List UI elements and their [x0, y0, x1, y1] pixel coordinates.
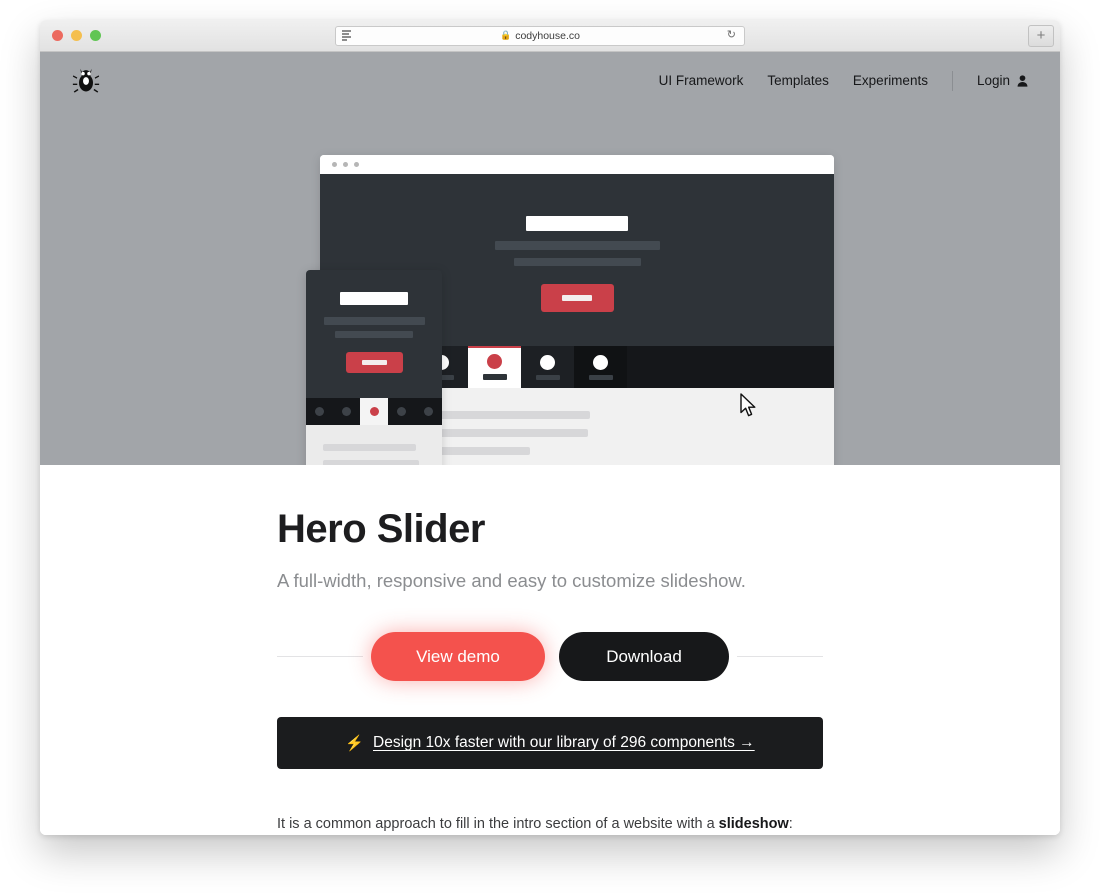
address-bar[interactable]: 🔒 codyhouse.co ↻: [335, 25, 745, 46]
mockup-thumb-bar: [535, 374, 560, 380]
nav-divider: [951, 70, 953, 91]
promo-banner-text[interactable]: Design 10x faster with our library of 29…: [373, 734, 755, 752]
mockup-cta-button: [540, 284, 614, 312]
page-viewport: UI Framework Templates Experiments Login: [40, 52, 1060, 835]
nav-links: UI Framework Templates Experiments Login: [659, 70, 1028, 91]
mockup-slide-thumb: [574, 346, 627, 388]
login-label: Login: [976, 73, 1010, 88]
lightning-bolt-icon: ⚡: [345, 735, 364, 752]
mobile-content-area: [306, 425, 442, 465]
url-text: codyhouse.co: [515, 29, 580, 42]
mockup-dot: [354, 162, 359, 167]
mobile-headline-placeholder: [340, 292, 408, 305]
main-content: Hero Slider A full-width, responsive and…: [40, 465, 1060, 835]
mobile-dot: [306, 398, 333, 425]
mockup-headline-placeholder: [526, 216, 628, 231]
user-icon: [1017, 74, 1028, 87]
nav-item-ui-framework[interactable]: UI Framework: [659, 73, 744, 88]
mobile-hero-slide: [306, 270, 442, 398]
intro-paragraph: It is a common approach to fill in the i…: [277, 813, 823, 835]
mobile-dot: [388, 398, 415, 425]
paragraph-part-1: It is a common approach to fill in the i…: [277, 816, 719, 832]
mouse-pointer-icon: [740, 393, 758, 423]
zoom-window-button[interactable]: [90, 30, 101, 41]
reload-icon[interactable]: ↻: [727, 30, 736, 41]
mockup-slide-thumb-active: [468, 346, 521, 388]
hero-illustration: [40, 52, 1060, 465]
mobile-text-placeholder: [335, 331, 413, 338]
view-demo-button[interactable]: View demo: [371, 632, 545, 681]
mobile-dot: [333, 398, 360, 425]
decorative-rule-right: [737, 656, 823, 657]
url-text-group: 🔒 codyhouse.co: [500, 30, 580, 42]
mockup-thumb-circle: [540, 354, 555, 370]
mobile-slide-dots: [306, 398, 442, 425]
promo-banner[interactable]: ⚡ Design 10x faster with our library of …: [277, 717, 823, 769]
mockup-titlebar: [320, 155, 834, 174]
nav-item-templates[interactable]: Templates: [767, 73, 829, 88]
window-controls: [40, 30, 101, 41]
mockup-thumb-bar: [482, 374, 507, 380]
mobile-content-line: [323, 444, 416, 451]
paragraph-bold-1: slideshow: [718, 816, 789, 832]
mockup-text-placeholder: [494, 241, 660, 250]
decorative-rule-left: [277, 656, 363, 657]
mobile-mockup: [306, 270, 442, 465]
mockup-slide-thumb: [521, 346, 574, 388]
codyhouse-logo-icon[interactable]: [72, 67, 100, 95]
browser-window: 🔒 codyhouse.co ↻ + UI Framework Template…: [40, 20, 1060, 835]
page-subtitle: A full-width, responsive and easy to cus…: [277, 570, 746, 591]
mobile-dot-active: [360, 398, 388, 425]
nav-item-experiments[interactable]: Experiments: [853, 73, 928, 88]
mockup-text-placeholder: [513, 258, 641, 266]
mockup-thumb-circle: [593, 354, 608, 370]
mobile-content-line: [323, 460, 419, 465]
browser-toolbar: 🔒 codyhouse.co ↻ +: [40, 20, 1060, 52]
mockup-dot: [343, 162, 348, 167]
mobile-cta-button: [345, 352, 403, 373]
hero-band: UI Framework Templates Experiments Login: [40, 52, 1060, 465]
mockup-dot: [332, 162, 337, 167]
mockup-thumb-bar: [588, 374, 613, 380]
reader-view-icon[interactable]: [342, 30, 351, 41]
new-tab-button[interactable]: +: [1028, 24, 1054, 47]
close-window-button[interactable]: [52, 30, 63, 41]
download-button[interactable]: Download: [559, 632, 729, 681]
mobile-text-placeholder: [323, 317, 425, 325]
action-buttons-row: View demo Download: [277, 632, 823, 681]
mockup-thumb-circle: [487, 354, 502, 369]
login-link[interactable]: Login: [977, 73, 1028, 88]
page-title: Hero Slider: [277, 507, 485, 551]
lock-icon: 🔒: [499, 30, 512, 40]
minimize-window-button[interactable]: [71, 30, 82, 41]
mobile-dot: [415, 398, 442, 425]
site-navigation: UI Framework Templates Experiments Login: [40, 52, 1060, 109]
